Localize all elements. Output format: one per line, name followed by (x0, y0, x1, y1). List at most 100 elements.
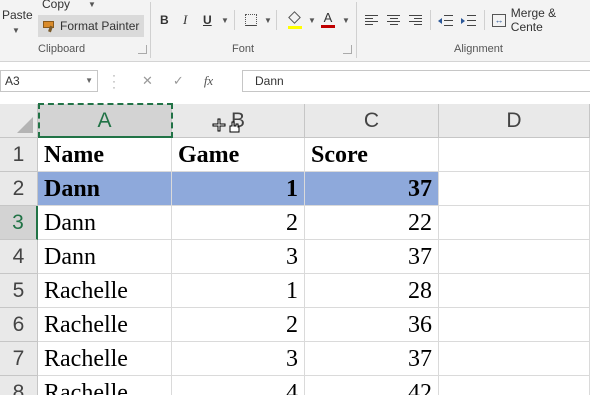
font-color-swatch (321, 25, 335, 28)
row-header-5[interactable]: 5 (0, 274, 38, 308)
align-left-icon (365, 14, 378, 26)
cell-a7[interactable]: Rachelle (38, 342, 172, 376)
cell-c1[interactable]: Score (305, 138, 439, 172)
font-color-dropdown-icon[interactable]: ▼ (342, 11, 350, 29)
fill-color-swatch (288, 26, 302, 29)
row-header-4[interactable]: 4 (0, 240, 38, 274)
cell-c4[interactable]: 37 (305, 240, 439, 274)
cell-b7[interactable]: 3 (172, 342, 305, 376)
cell-a5[interactable]: Rachelle (38, 274, 172, 308)
column-header-c[interactable]: C (305, 104, 439, 138)
formula-input[interactable]: Dann (242, 70, 590, 92)
font-color-icon: A (321, 11, 335, 28)
borders-button[interactable] (245, 11, 257, 29)
divider (430, 10, 431, 30)
cell-d4[interactable] (439, 240, 590, 274)
worksheet-grid: A B C D 1 Name Game Score 2 Dann 1 37 3 Dann 2 22 4 Dann 3… (0, 104, 590, 395)
cell-b5[interactable]: 1 (172, 274, 305, 308)
paint-bucket-icon (288, 11, 302, 29)
align-right-icon (409, 14, 422, 26)
decrease-indent-icon (438, 14, 453, 26)
paste-label: Paste (2, 8, 33, 22)
select-all-button[interactable] (0, 104, 38, 138)
row-header-1[interactable]: 1 (0, 138, 38, 172)
cell-c6[interactable]: 36 (305, 308, 439, 342)
cell-d5[interactable] (439, 274, 590, 308)
formula-bar-resize-handle[interactable]: · · · (112, 69, 116, 93)
cell-b1[interactable]: Game (172, 138, 305, 172)
cell-d3[interactable] (439, 206, 590, 240)
cell-a2[interactable]: Dann (38, 172, 172, 206)
group-divider (356, 2, 357, 58)
alignment-group-label: Alignment (454, 43, 503, 55)
cell-b4[interactable]: 3 (172, 240, 305, 274)
row-header-2[interactable]: 2 (0, 172, 38, 206)
cell-a1[interactable]: Name (38, 138, 172, 172)
clipboard-dialog-launcher-icon[interactable] (138, 45, 147, 54)
cell-c3[interactable]: 22 (305, 206, 439, 240)
bold-button[interactable]: B (160, 11, 169, 29)
cell-a3[interactable]: Dann (38, 206, 172, 240)
cell-d7[interactable] (439, 342, 590, 376)
cell-d2[interactable] (439, 172, 590, 206)
cell-c7[interactable]: 37 (305, 342, 439, 376)
font-color-button[interactable]: A (321, 11, 335, 29)
increase-indent-button[interactable] (461, 11, 476, 29)
divider (276, 10, 277, 30)
align-right-button[interactable] (409, 11, 422, 29)
copy-dropdown-icon[interactable]: ▼ (88, 0, 96, 9)
formula-buttons: ✕ ✓ fx (126, 70, 240, 92)
underline-button[interactable]: U (203, 11, 212, 29)
align-center-icon (387, 14, 400, 26)
cell-d8[interactable] (439, 376, 590, 395)
cell-a4[interactable]: Dann (38, 240, 172, 274)
copy-button[interactable]: Copy ▼ (42, 0, 96, 12)
font-dialog-launcher-icon[interactable] (343, 45, 352, 54)
align-center-button[interactable] (387, 11, 400, 29)
cell-b3[interactable]: 2 (172, 206, 305, 240)
cell-a8[interactable]: Rachelle (38, 376, 172, 395)
row-header-7[interactable]: 7 (0, 342, 38, 376)
underline-dropdown-icon[interactable]: ▼ (221, 11, 229, 29)
row-header-8[interactable]: 8 (0, 376, 38, 395)
merge-cells-icon (492, 13, 506, 27)
cell-d6[interactable] (439, 308, 590, 342)
fill-color-dropdown-icon[interactable]: ▼ (308, 11, 316, 29)
clipboard-group-label: Clipboard (38, 43, 86, 55)
merge-center-label: Merge & Cente (510, 6, 557, 34)
decrease-indent-button[interactable] (438, 11, 453, 29)
row-header-6[interactable]: 6 (0, 308, 38, 342)
cell-c8[interactable]: 42 (305, 376, 439, 395)
insert-function-icon[interactable]: fx (204, 73, 213, 89)
align-left-button[interactable] (365, 11, 378, 29)
fill-color-button[interactable] (288, 11, 302, 29)
divider (234, 10, 235, 30)
name-box-value: A3 (5, 74, 20, 88)
cell-a6[interactable]: Rachelle (38, 308, 172, 342)
format-painter-button[interactable]: Format Painter (38, 15, 144, 37)
cell-b8[interactable]: 4 (172, 376, 305, 395)
paste-button[interactable]: Paste (2, 8, 33, 22)
borders-dropdown-icon[interactable]: ▼ (264, 11, 272, 29)
ribbon: Paste ▼ Copy ▼ Format Painter Clipboard … (0, 0, 590, 62)
paste-dropdown-icon[interactable]: ▼ (12, 26, 20, 35)
move-copy-cursor-icon (212, 118, 240, 133)
cell-c2[interactable]: 37 (305, 172, 439, 206)
paintbrush-icon (42, 20, 56, 32)
copy-label: Copy (42, 0, 71, 11)
enter-icon[interactable]: ✓ (173, 73, 184, 89)
divider (484, 10, 485, 30)
column-header-a[interactable]: A (38, 104, 172, 138)
italic-button[interactable]: I (183, 11, 187, 29)
merge-center-button[interactable]: Merge & Cente (492, 6, 590, 34)
cell-b2[interactable]: 1 (172, 172, 305, 206)
borders-icon (245, 14, 257, 26)
row-header-3[interactable]: 3 (0, 206, 38, 240)
name-box[interactable]: A3 ▼ (0, 70, 98, 92)
cell-c5[interactable]: 28 (305, 274, 439, 308)
cancel-icon[interactable]: ✕ (142, 73, 153, 89)
name-box-dropdown-icon[interactable]: ▼ (85, 71, 93, 91)
column-header-d[interactable]: D (439, 104, 590, 138)
cell-d1[interactable] (439, 138, 590, 172)
cell-b6[interactable]: 2 (172, 308, 305, 342)
